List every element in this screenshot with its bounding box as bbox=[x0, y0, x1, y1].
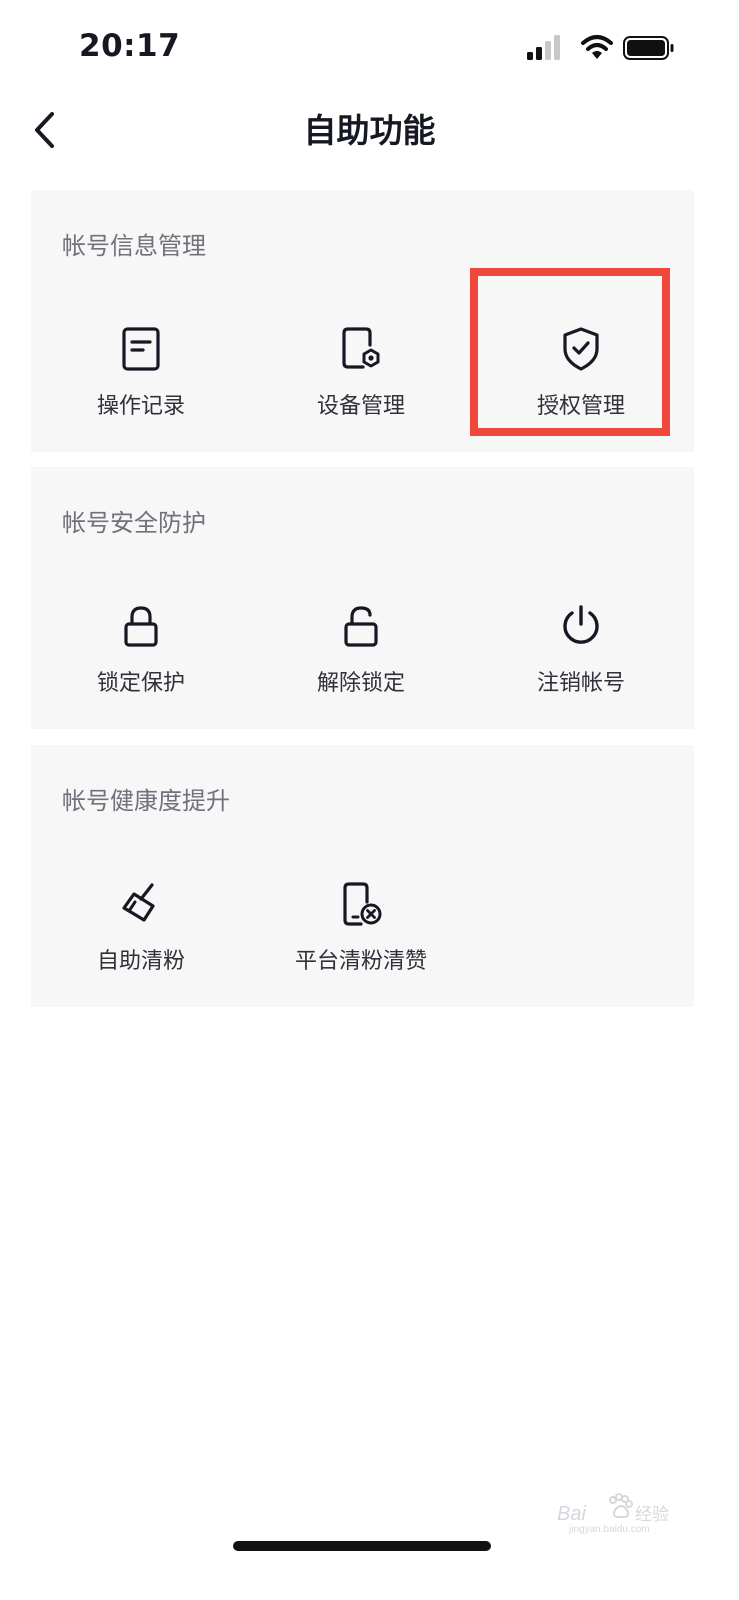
item-label: 设备管理 bbox=[316, 394, 405, 419]
item-lock-protection[interactable]: 锁定保护 bbox=[31, 562, 251, 712]
item-operation-records[interactable]: 操作记录 bbox=[31, 285, 251, 435]
document-icon bbox=[122, 327, 160, 371]
page-title: 自助功能 bbox=[303, 111, 436, 150]
section-title: 帐号信息管理 bbox=[62, 232, 206, 260]
highlight-box bbox=[470, 268, 670, 436]
item-label: 锁定保护 bbox=[96, 671, 185, 696]
phone-remove-icon bbox=[343, 882, 382, 926]
section-title: 帐号健康度提升 bbox=[62, 787, 230, 815]
section-account-health: 帐号健康度提升 自助清粉 平台清粉清赞 bbox=[31, 745, 694, 1007]
item-label: 操作记录 bbox=[96, 394, 185, 419]
item-label: 解除锁定 bbox=[316, 671, 405, 696]
battery-icon bbox=[623, 36, 674, 60]
status-bar: 20:17 bbox=[0, 0, 739, 90]
item-unlock[interactable]: 解除锁定 bbox=[251, 562, 471, 712]
status-icons bbox=[527, 34, 677, 62]
wifi-icon bbox=[581, 35, 613, 59]
lock-icon bbox=[124, 606, 158, 647]
svg-text:经验: 经验 bbox=[635, 1505, 669, 1524]
nav-bar: 自助功能 bbox=[0, 92, 739, 162]
signal-icon bbox=[527, 35, 560, 60]
section-account-security: 帐号安全防护 锁定保护 解除锁定 注销帐号 bbox=[31, 467, 694, 729]
brush-icon bbox=[122, 883, 155, 922]
item-label: 注销帐号 bbox=[536, 671, 625, 696]
unlock-icon bbox=[344, 606, 378, 647]
power-icon bbox=[563, 605, 599, 644]
svg-text:Bai: Bai bbox=[557, 1503, 586, 1525]
item-self-remove-fans[interactable]: 自助清粉 bbox=[31, 840, 251, 990]
item-cancel-account[interactable]: 注销帐号 bbox=[471, 562, 691, 712]
home-indicator[interactable] bbox=[233, 1541, 491, 1551]
item-label: 平台清粉清赞 bbox=[294, 949, 427, 974]
section-title: 帐号安全防护 bbox=[62, 509, 206, 537]
watermark-logo: Bai 经验 jingyan.baidu.com bbox=[557, 1493, 669, 1535]
device-settings-icon bbox=[342, 327, 380, 369]
item-device-management[interactable]: 设备管理 bbox=[251, 285, 471, 435]
svg-text:jingyan.baidu.com: jingyan.baidu.com bbox=[568, 1524, 650, 1535]
status-time: 20:17 bbox=[79, 28, 181, 64]
item-platform-clean[interactable]: 平台清粉清赞 bbox=[251, 840, 471, 990]
item-label: 自助清粉 bbox=[96, 949, 185, 974]
